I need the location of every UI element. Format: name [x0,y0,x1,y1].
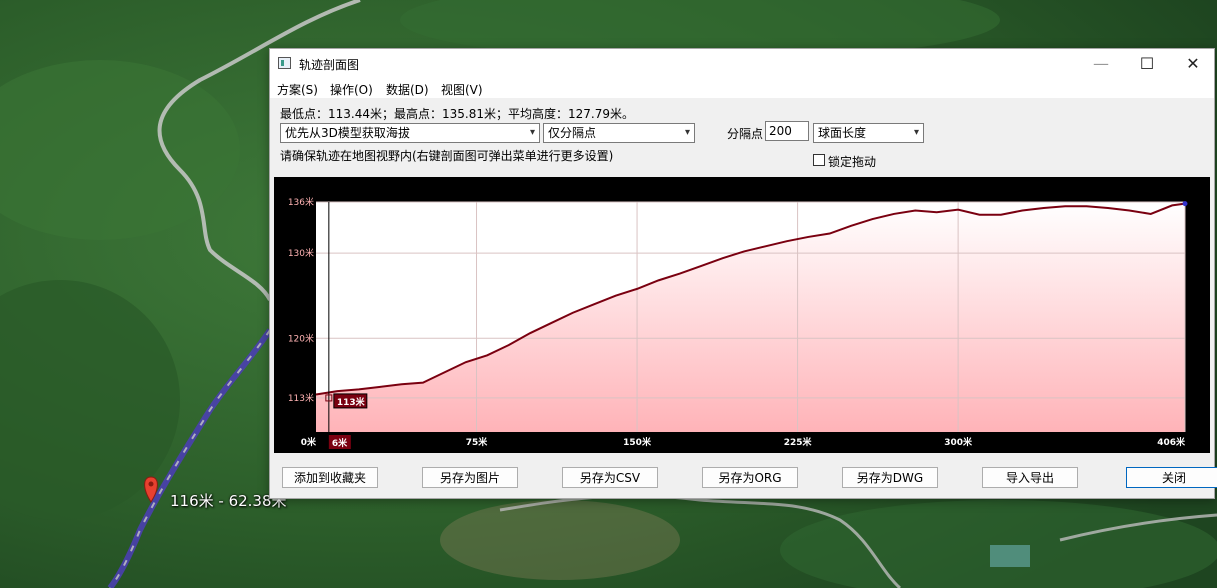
interval-label: 分隔点 [727,127,764,141]
length-type-select[interactable]: 球面长度 ▾ [813,123,924,143]
menu-plan[interactable]: 方案(S) [277,81,318,98]
import-export-button[interactable]: 导入导出 [982,467,1078,488]
chevron-down-icon: ▾ [684,127,690,138]
chevron-down-icon: ▾ [913,127,919,138]
y-tick-label: 113米 [288,392,314,404]
y-tick-label: 136米 [288,196,314,208]
lock-drag-label: 锁定拖动 [828,155,877,169]
lock-drag-checkbox[interactable] [813,154,825,166]
menu-bar: 方案(S) 操作(O) 数据(D) 视图(V) [270,79,1214,98]
app-icon [278,57,291,69]
elevation-source-select[interactable]: 优先从3D模型获取海拔 ▾ [280,123,540,143]
title-bar[interactable]: 轨迹剖面图 — ☐ ✕ [270,49,1214,79]
menu-view[interactable]: 视图(V) [441,81,483,98]
elevation-source-value: 优先从3D模型获取海拔 [285,126,410,140]
save-csv-button[interactable]: 另存为CSV [562,467,658,488]
x-tick-label: 150米 [623,436,652,448]
menu-data[interactable]: 数据(D) [386,81,429,98]
minimize-button[interactable]: — [1078,49,1124,79]
y-tick-label: 120米 [288,332,314,344]
x-tick-label: 75米 [466,436,489,448]
add-favorite-button[interactable]: 添加到收藏夹 [282,467,378,488]
profile-chart[interactable]: 0米 75米 150米 225米 300米 406米 113米 120米 130米 136米 113… [274,177,1210,453]
profile-dialog: 轨迹剖面图 — ☐ ✕ 方案(S) 操作(O) 数据(D) 视图(V) 最低点：… [269,48,1217,499]
end-point-marker [1182,201,1188,207]
profile-chart-svg[interactable]: 0米 75米 150米 225米 300米 406米 113米 120米 130米 136米 113… [274,177,1210,453]
length-type-value: 球面长度 [818,126,867,140]
x-tick-label: 225米 [784,436,813,448]
elevation-stats: 最低点：113.44米；最高点：135.81米；平均高度：127.79米。 [280,107,634,121]
maximize-button[interactable]: ☐ [1124,49,1170,79]
interval-input[interactable]: 200 [765,121,809,141]
x-tick-label: 300米 [944,436,973,448]
save-dwg-button[interactable]: 另存为DWG [842,467,938,488]
cursor-x-label: 6米 [332,437,348,449]
save-image-button[interactable]: 另存为图片 [422,467,518,488]
x-tick-label: 0米 [301,436,317,448]
menu-operate[interactable]: 操作(O) [330,81,373,98]
close-window-button[interactable]: ✕ [1170,49,1216,79]
point-mode-select[interactable]: 仅分隔点 ▾ [543,123,695,143]
save-org-button[interactable]: 另存为ORG [702,467,798,488]
x-tick-label: 406米 [1157,436,1186,448]
window-title: 轨迹剖面图 [299,58,360,72]
close-button[interactable]: 关闭 [1126,467,1217,488]
point-mode-value: 仅分隔点 [548,126,597,140]
y-tick-label: 130米 [288,247,314,259]
chevron-down-icon: ▾ [529,127,535,138]
cursor-y-label: 113米 [337,396,366,408]
hint-text: 请确保轨迹在地图视野内(右键剖面图可弹出菜单进行更多设置) [280,149,614,163]
